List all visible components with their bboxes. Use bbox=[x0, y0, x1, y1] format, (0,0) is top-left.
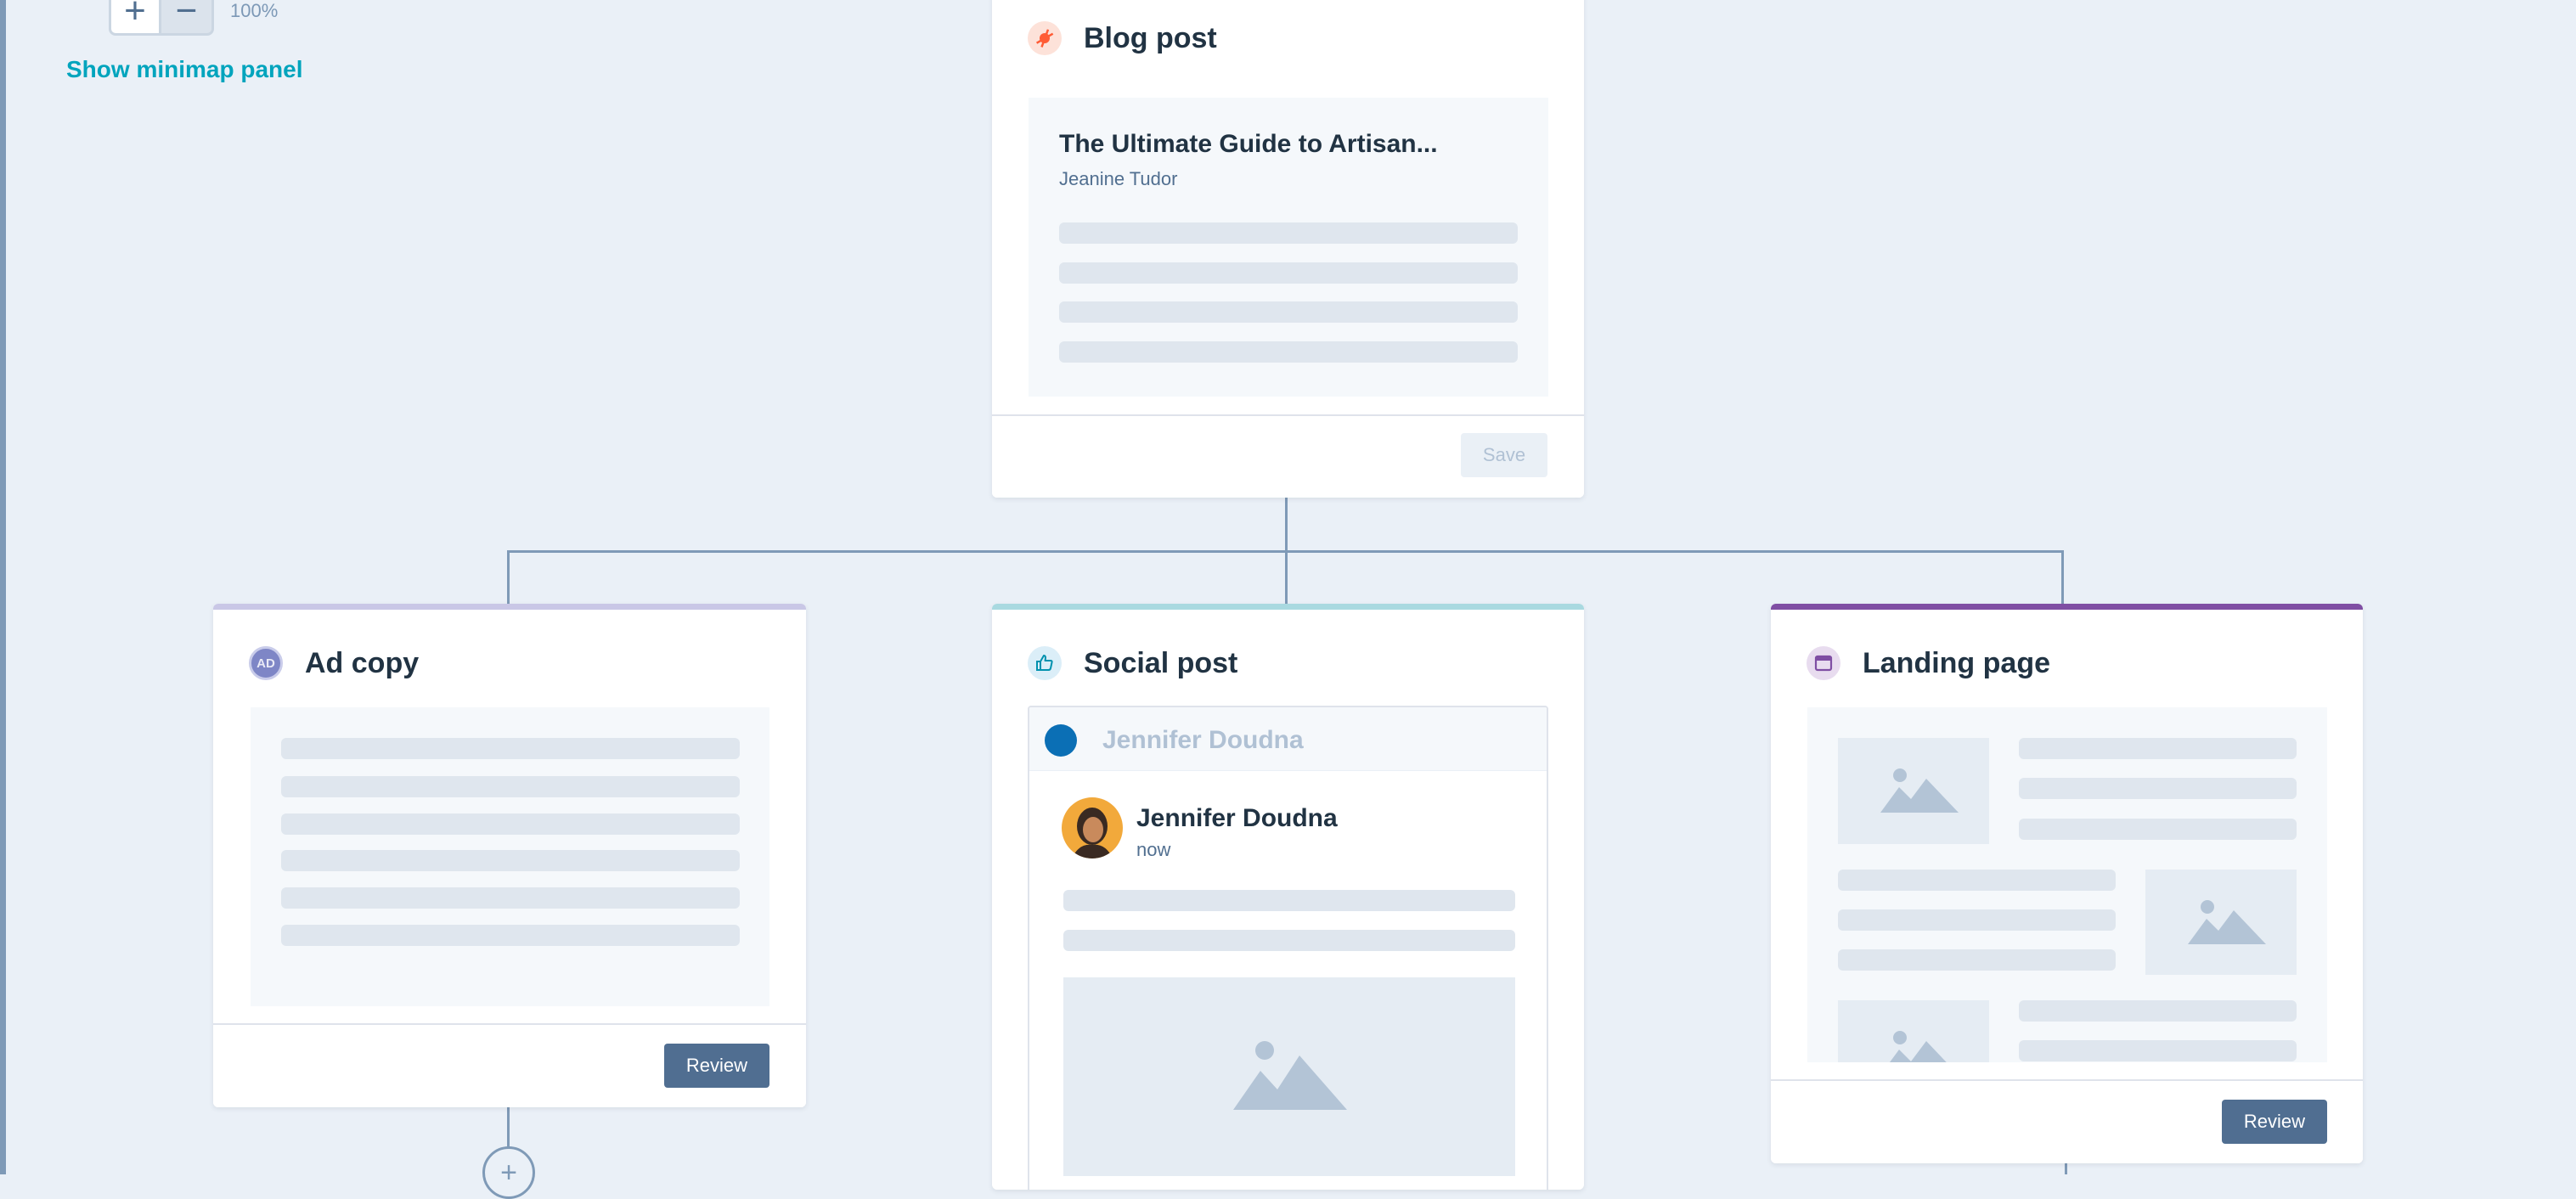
skeleton-line bbox=[2019, 738, 2297, 759]
image-placeholder-icon bbox=[1063, 977, 1515, 1176]
skeleton-line bbox=[1838, 949, 2116, 971]
skeleton-line bbox=[2019, 778, 2297, 799]
skeleton-line bbox=[1059, 341, 1518, 363]
skeleton-line bbox=[1059, 262, 1518, 284]
ad-copy-preview[interactable] bbox=[251, 707, 769, 1006]
landing-page-accent-bar bbox=[1771, 604, 2363, 610]
account-selector[interactable]: Jennifer Doudna bbox=[1029, 707, 1547, 771]
social-post-preview[interactable]: Jennifer Doudna Jennifer Doudna now bbox=[1028, 706, 1548, 1190]
show-minimap-link[interactable]: Show minimap panel bbox=[66, 56, 302, 83]
poster-name: Jennifer Doudna bbox=[1136, 804, 1338, 832]
skeleton-line bbox=[1063, 890, 1515, 911]
blog-post-preview[interactable]: The Ultimate Guide to Artisan... Jeanine… bbox=[1029, 98, 1548, 397]
skeleton-line bbox=[2019, 819, 2297, 840]
zoom-controls: + − bbox=[109, 0, 214, 36]
landing-page-card[interactable]: Landing page Review bbox=[1771, 604, 2363, 1163]
zoom-level: 100% bbox=[230, 0, 279, 21]
landing-page-title: Landing page bbox=[1863, 646, 2050, 679]
blog-post-header: Blog post bbox=[1028, 21, 1217, 55]
skeleton-line bbox=[2019, 1040, 2297, 1061]
account-dot bbox=[1045, 724, 1077, 757]
review-button[interactable]: Review bbox=[2222, 1100, 2327, 1144]
image-placeholder-icon bbox=[1838, 738, 1989, 844]
skeleton-line bbox=[281, 738, 740, 759]
avatar bbox=[1062, 797, 1123, 858]
landing-page-header: Landing page bbox=[1807, 646, 2050, 680]
blog-post-card[interactable]: Blog post The Ultimate Guide to Artisan.… bbox=[992, 0, 1584, 498]
skeleton-line bbox=[1059, 301, 1518, 323]
zoom-out-button[interactable]: − bbox=[161, 0, 214, 36]
skeleton-line bbox=[1063, 930, 1515, 951]
review-button[interactable]: Review bbox=[664, 1044, 769, 1088]
ad-copy-footer: Review bbox=[213, 1023, 806, 1107]
skeleton-line bbox=[1838, 870, 2116, 891]
ad-copy-card[interactable]: AD Ad copy Review bbox=[213, 604, 806, 1107]
skeleton-line bbox=[1838, 909, 2116, 931]
landing-page-footer: Review bbox=[1771, 1079, 2363, 1163]
connector-ad-copy bbox=[507, 550, 510, 604]
connector-landing-page bbox=[2061, 550, 2064, 604]
connector-horizontal bbox=[507, 550, 2064, 553]
account-name: Jennifer Doudna bbox=[1102, 726, 1304, 754]
article-title: The Ultimate Guide to Artisan... bbox=[1059, 130, 1438, 158]
image-placeholder-icon bbox=[1838, 1000, 1989, 1062]
connector-ad-copy-bottom bbox=[507, 1107, 510, 1150]
save-button[interactable]: Save bbox=[1461, 433, 1547, 477]
browser-window-icon bbox=[1807, 646, 1840, 680]
canvas-left-edge bbox=[0, 0, 6, 1174]
post-time: now bbox=[1136, 839, 1171, 860]
skeleton-line bbox=[281, 776, 740, 797]
skeleton-line bbox=[281, 887, 740, 909]
ad-icon: AD bbox=[249, 646, 283, 680]
landing-page-preview[interactable] bbox=[1807, 707, 2327, 1062]
add-node-button[interactable]: + bbox=[482, 1146, 535, 1199]
image-placeholder-icon bbox=[2145, 870, 2297, 975]
skeleton-line bbox=[1059, 222, 1518, 244]
ad-copy-title: Ad copy bbox=[305, 646, 420, 679]
thumbs-up-icon bbox=[1028, 646, 1062, 680]
ad-copy-accent-bar bbox=[213, 604, 806, 610]
skeleton-line bbox=[2019, 1000, 2297, 1022]
skeleton-line bbox=[281, 925, 740, 946]
zoom-in-button[interactable]: + bbox=[109, 0, 161, 36]
blog-post-footer: Save bbox=[992, 414, 1584, 498]
article-author: Jeanine Tudor bbox=[1059, 168, 1178, 189]
skeleton-line bbox=[281, 850, 740, 871]
spark-icon bbox=[1028, 21, 1062, 55]
connector-landing-bottom bbox=[2065, 1163, 2067, 1174]
ad-copy-header: AD Ad copy bbox=[249, 646, 419, 680]
social-post-header: Social post bbox=[1028, 646, 1237, 680]
skeleton-line bbox=[281, 813, 740, 835]
social-post-title: Social post bbox=[1084, 646, 1238, 679]
social-post-card[interactable]: Social post Jennifer Doudna Jennifer Dou… bbox=[992, 604, 1584, 1190]
blog-post-title: Blog post bbox=[1084, 21, 1217, 54]
social-post-accent-bar bbox=[992, 604, 1584, 610]
